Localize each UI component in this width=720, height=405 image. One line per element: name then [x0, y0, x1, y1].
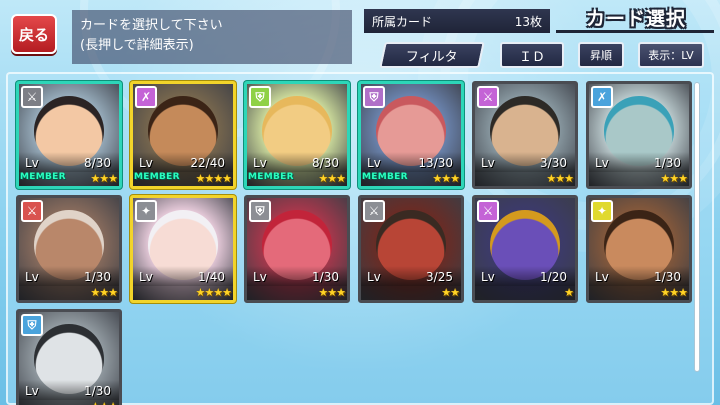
- axe-icon: ✗: [135, 86, 157, 108]
- instruction-hint: (長押しで詳細表示): [80, 38, 194, 53]
- card-slot[interactable]: ⛨ Lv 8/30 MEMBER ★★★: [244, 81, 350, 189]
- level-value: 3/30: [540, 156, 567, 170]
- card-slot[interactable]: ✦ Lv 1/40 ★★★★: [130, 195, 236, 303]
- instruction-panel: カードを選択して下さい (長押しで詳細表示): [72, 10, 352, 64]
- level-label: Lv: [481, 270, 495, 284]
- owned-cards-panel: 所属カード 13枚: [364, 9, 550, 33]
- shield-icon: ⛨: [249, 86, 271, 108]
- rarity-stars: ★★★: [432, 172, 460, 185]
- level-value: 1/30: [654, 270, 681, 284]
- sort-order-button[interactable]: 昇順: [578, 42, 624, 68]
- rarity-stars: ★: [564, 286, 574, 299]
- card-slot[interactable]: ⛨ Lv 1/30 ★★★: [244, 195, 350, 303]
- level-label: Lv: [253, 270, 267, 284]
- display-mode-button[interactable]: 表示：LV: [638, 42, 704, 68]
- card-slot[interactable]: ⛨ Lv 13/30 MEMBER ★★★: [358, 81, 464, 189]
- shield-icon: ⛨: [363, 86, 385, 108]
- card-slot[interactable]: ✗ Lv 22/40 MEMBER ★★★★: [130, 81, 236, 189]
- level-label: Lv: [25, 384, 39, 398]
- level-label: Lv: [139, 156, 153, 170]
- member-badge: MEMBER: [248, 172, 294, 182]
- card-slot[interactable]: ✦ Lv 1/30 ★★★: [586, 195, 692, 303]
- rarity-stars: ★★★: [90, 286, 118, 299]
- rarity-stars: ★★★★: [195, 286, 232, 299]
- rarity-stars: ★★★: [660, 286, 688, 299]
- rarity-stars: ★★★: [318, 172, 346, 185]
- level-value: 8/30: [84, 156, 111, 170]
- level-label: Lv: [595, 156, 609, 170]
- card-slot[interactable]: ⚔ Lv 3/30 ★★★: [472, 81, 578, 189]
- level-value: 1/30: [84, 384, 111, 398]
- member-badge: MEMBER: [134, 172, 180, 182]
- rarity-stars: ★★★: [318, 286, 346, 299]
- level-value: 1/20: [540, 270, 567, 284]
- owned-cards-count: 13枚: [514, 14, 542, 29]
- level-label: Lv: [25, 270, 39, 284]
- filter-label: フィルタ: [406, 49, 458, 65]
- scrollbar[interactable]: [694, 82, 700, 372]
- rarity-stars: ★★★: [90, 172, 118, 185]
- card-slot[interactable]: ⚔ Lv 1/30 ★★★: [16, 195, 122, 303]
- level-label: Lv: [367, 270, 381, 284]
- member-badge: MEMBER: [20, 172, 66, 182]
- rarity-stars: ★★★★: [195, 172, 232, 185]
- level-label: Lv: [139, 270, 153, 284]
- sword-icon: ⚔: [21, 86, 43, 108]
- owned-cards-label: 所属カード: [372, 14, 433, 29]
- level-label: Lv: [481, 156, 495, 170]
- axe-icon: ✗: [591, 86, 613, 108]
- sword-icon: ⚔: [477, 200, 499, 222]
- filter-button[interactable]: フィルタ: [379, 42, 485, 68]
- card-slot[interactable]: ⛨ Lv 1/30 ★★★: [16, 309, 122, 405]
- title-underline: [556, 30, 714, 33]
- level-value: 1/30: [84, 270, 111, 284]
- level-label: Lv: [367, 156, 381, 170]
- level-label: Lv: [25, 156, 39, 170]
- rarity-stars: ★★★: [546, 172, 574, 185]
- instruction-text: カードを選択して下さい: [80, 18, 223, 33]
- card-slot[interactable]: ⚔ Lv 8/30 MEMBER ★★★: [16, 81, 122, 189]
- screen-title: カード選択: [585, 7, 686, 30]
- rarity-bar: [475, 286, 575, 300]
- staff-icon: ✦: [591, 200, 613, 222]
- level-value: 8/30: [312, 156, 339, 170]
- member-badge: MEMBER: [362, 172, 408, 182]
- card-slot[interactable]: ⚔ Lv 3/25 ★★: [358, 195, 464, 303]
- sword-icon: ⚔: [21, 200, 43, 222]
- card-slot[interactable]: ✗ Lv 1/30 ★★★: [586, 81, 692, 189]
- card-slot[interactable]: ⚔ Lv 1/20 ★: [472, 195, 578, 303]
- level-value: 22/40: [190, 156, 225, 170]
- level-value: 1/40: [198, 270, 225, 284]
- sword-icon: ⚔: [477, 86, 499, 108]
- level-value: 3/25: [426, 270, 453, 284]
- rarity-stars: ★★★: [660, 172, 688, 185]
- level-value: 13/30: [418, 156, 453, 170]
- level-value: 1/30: [654, 156, 681, 170]
- sort-id-button[interactable]: ＩＤ: [500, 42, 564, 68]
- shield-icon: ⛨: [249, 200, 271, 222]
- level-label: Lv: [595, 270, 609, 284]
- level-label: Lv: [253, 156, 267, 170]
- back-button[interactable]: 戻る: [11, 14, 57, 54]
- rarity-stars: ★★★: [90, 400, 118, 405]
- shield-icon: ⛨: [21, 314, 43, 336]
- sword-icon: ⚔: [363, 200, 385, 222]
- level-value: 1/30: [312, 270, 339, 284]
- staff-icon: ✦: [135, 200, 157, 222]
- rarity-stars: ★★: [441, 286, 460, 299]
